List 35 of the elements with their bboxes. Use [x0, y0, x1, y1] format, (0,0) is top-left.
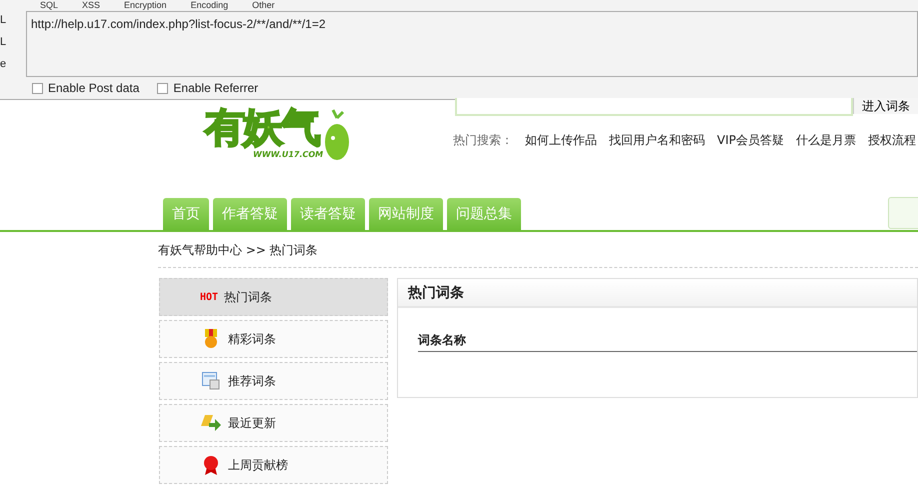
arrow-icon: [201, 414, 221, 432]
hot-search-link[interactable]: 找回用户名和密码: [609, 132, 705, 149]
menu-item[interactable]: SQL: [40, 0, 58, 11]
hot-search-label: 热门搜索：: [453, 132, 513, 149]
sidebar-item[interactable]: 精彩词条: [159, 320, 388, 358]
hot-search-link[interactable]: VIP会员答疑: [717, 132, 784, 149]
menu-item[interactable]: Other: [252, 0, 275, 11]
checkbox-label: Enable Referrer: [173, 81, 258, 95]
sidebar-item[interactable]: 最近更新: [159, 404, 388, 442]
sidebar-item[interactable]: 推荐词条: [159, 362, 388, 400]
checkbox-label: Enable Post data: [48, 81, 140, 95]
column-header: 词条名称: [418, 333, 466, 347]
menu-item[interactable]: Encoding: [190, 0, 228, 11]
hot-search-link[interactable]: 授权流程: [868, 132, 916, 149]
hot-label: HOT: [200, 292, 218, 302]
medal-icon: [203, 329, 219, 349]
checkbox[interactable]: [32, 82, 43, 94]
ribbon-icon: [203, 455, 219, 475]
menu-item[interactable]: Encryption: [124, 0, 167, 11]
logo[interactable]: 有妖气 WWW.U17.COM: [205, 100, 395, 197]
sidebar-item[interactable]: 上周贡献榜: [159, 446, 388, 484]
url-field[interactable]: http://help.u17.com/index.php?list-focus-2/**/and/**/1=2: [26, 11, 918, 77]
document-icon: [202, 372, 220, 390]
checkbox[interactable]: [157, 82, 168, 94]
hot-search-link[interactable]: 如何上传作品: [525, 132, 597, 149]
field-label: L: [0, 14, 8, 26]
search-field[interactable]: [455, 98, 853, 116]
panel-title: 热门词条: [408, 284, 464, 302]
sidebar-item[interactable]: HOT 热门词条: [159, 278, 388, 316]
search-button[interactable]: 进入词条: [853, 98, 918, 114]
field-label: e: [0, 58, 8, 70]
menu-item[interactable]: XSS: [82, 0, 100, 11]
field-label: L: [0, 36, 8, 48]
breadcrumb: 有妖气帮助中心 >> 热门词条: [158, 243, 318, 257]
hot-search-link[interactable]: 什么是月票: [796, 132, 856, 149]
